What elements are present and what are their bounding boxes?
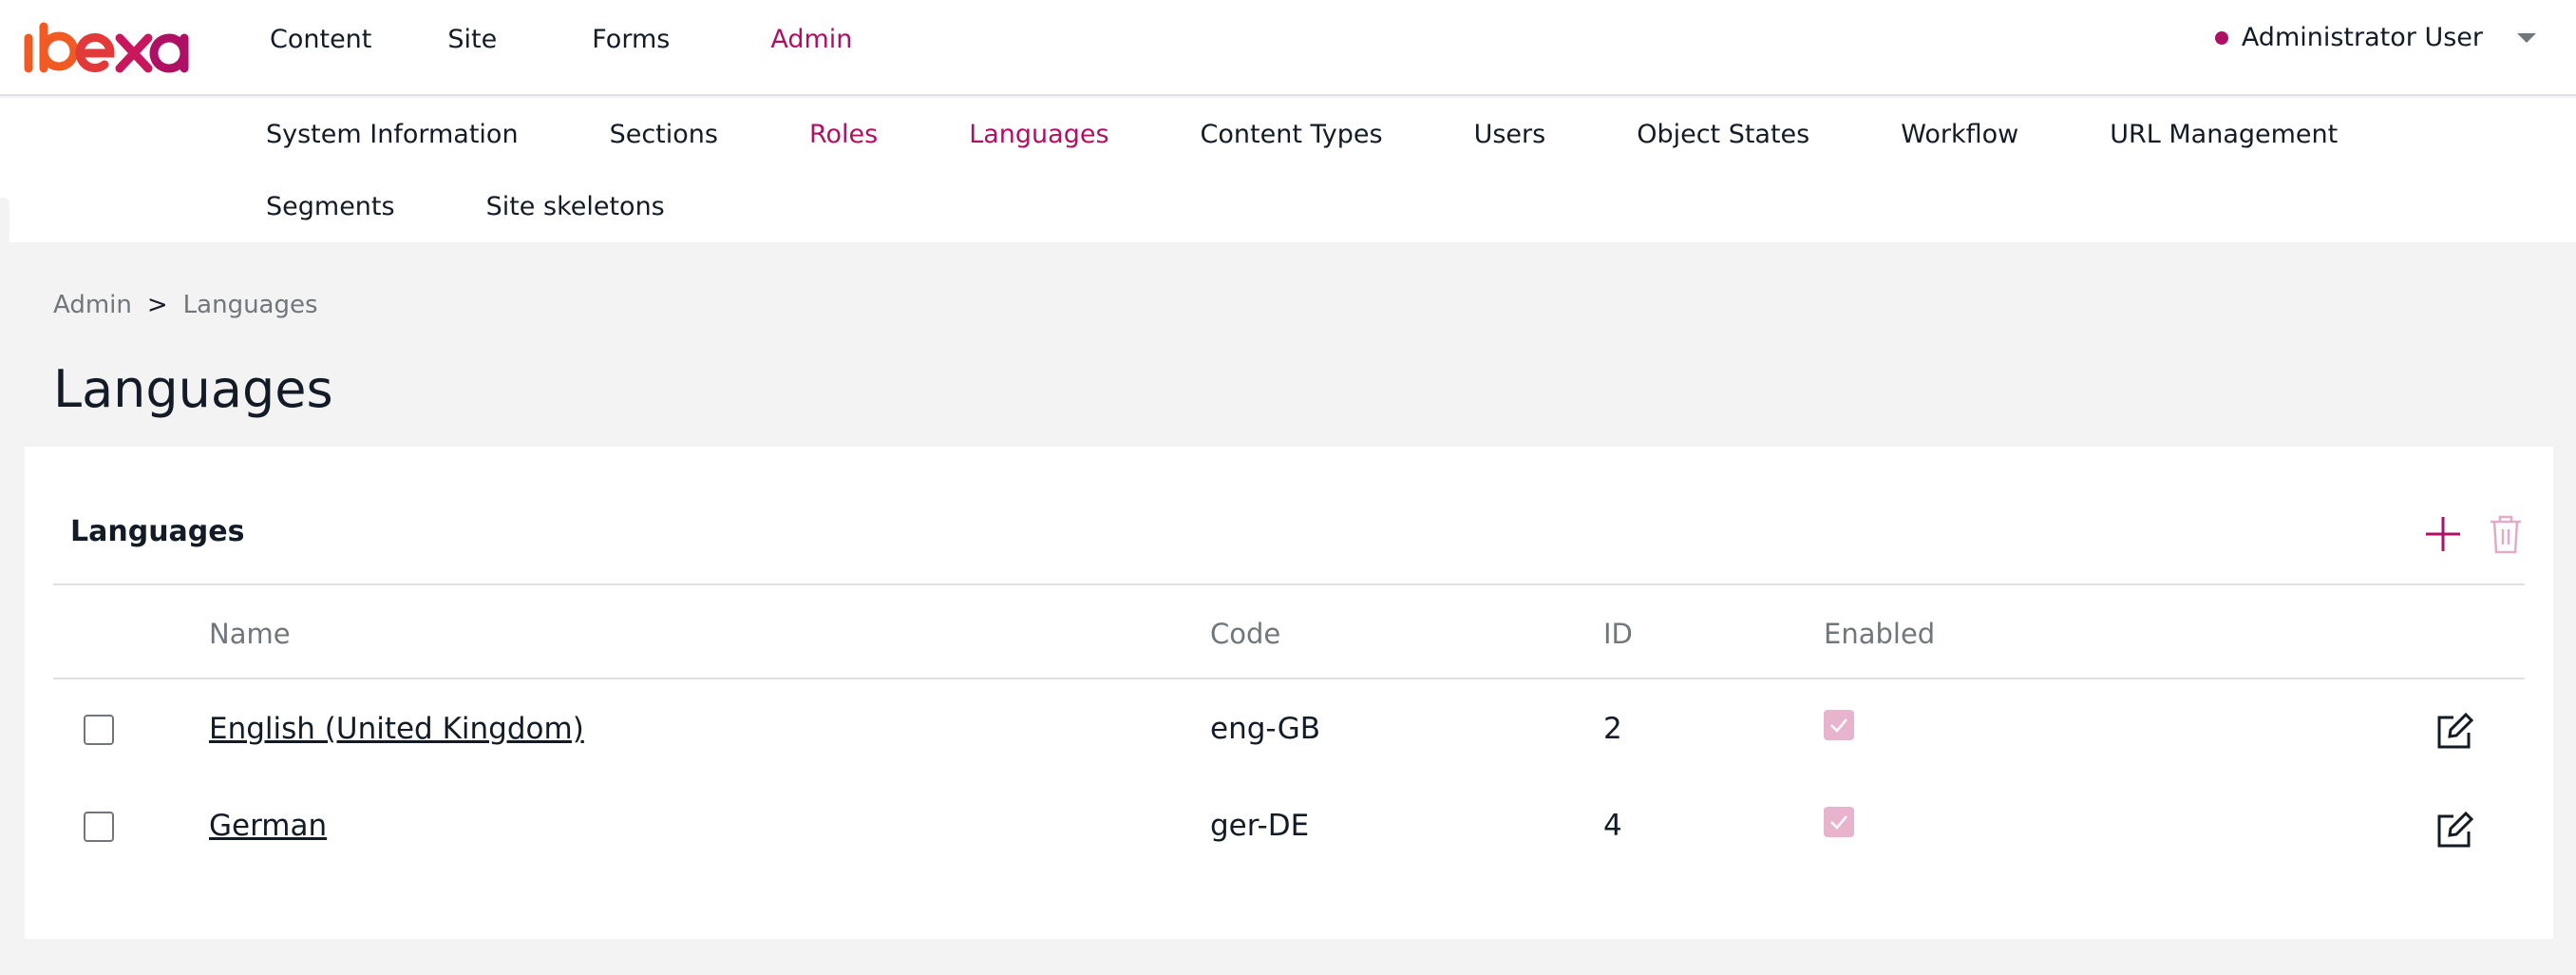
breadcrumb-admin[interactable]: Admin (53, 291, 132, 319)
main-nav-forms[interactable]: Forms (592, 25, 670, 54)
main-nav-site[interactable]: Site (447, 25, 497, 54)
checkmark-icon (1830, 718, 1847, 733)
enabled-checkbox (1824, 807, 1854, 837)
page-title: Languages (53, 359, 333, 419)
sub-nav-workflow[interactable]: Workflow (1901, 120, 2018, 149)
sub-nav-object-states[interactable]: Object States (1637, 120, 1809, 149)
plus-icon (2426, 517, 2460, 551)
edit-language-button[interactable] (2432, 709, 2477, 755)
breadcrumb-current: Languages (182, 291, 318, 319)
language-code-cell: ger-DE (1210, 809, 1310, 843)
card-title: Languages (70, 515, 245, 548)
language-name-cell: English (United Kingdom) (209, 712, 584, 746)
column-header-code[interactable]: Code (1210, 618, 1280, 650)
column-header-divider (53, 678, 2525, 679)
edit-icon (2437, 811, 2474, 848)
sub-nav-row: System Information Sections Roles Langua… (266, 120, 2338, 149)
sidebar-toggle-handle[interactable] (0, 198, 9, 249)
language-name-cell: German (209, 809, 327, 843)
breadcrumb: Admin > Languages (53, 291, 318, 319)
language-id-cell: 4 (1603, 809, 1622, 843)
main-nav: Content Site Forms Admin (270, 25, 928, 54)
row-select-checkbox[interactable] (84, 715, 114, 745)
language-name-link[interactable]: English (United Kingdom) (209, 712, 584, 746)
main-nav-content[interactable]: Content (270, 25, 371, 54)
table-actions (2420, 511, 2529, 557)
sub-nav-segments[interactable]: Segments (266, 192, 395, 221)
row-select-checkbox[interactable] (84, 812, 114, 842)
sub-nav-url-management[interactable]: URL Management (2110, 120, 2338, 149)
header-divider (53, 583, 2525, 585)
sub-nav-system-information[interactable]: System Information (266, 120, 519, 149)
sub-nav-row: Segments Site skeletons (266, 192, 665, 221)
language-id-cell: 2 (1603, 712, 1622, 746)
sub-nav-languages[interactable]: Languages (969, 120, 1108, 149)
checkmark-icon (1830, 815, 1847, 830)
delete-language-button[interactable] (2483, 511, 2529, 557)
edit-language-button[interactable] (2432, 808, 2477, 853)
sub-nav-content-types[interactable]: Content Types (1201, 120, 1383, 149)
column-header-id[interactable]: ID (1603, 618, 1633, 650)
add-language-button[interactable] (2420, 511, 2466, 557)
column-header-name[interactable]: Name (209, 618, 291, 650)
language-code-cell: eng-GB (1210, 712, 1321, 746)
admin-sub-nav: System Information Sections Roles Langua… (0, 98, 2576, 242)
languages-table-card: Languages Name Code ID Enabled English (… (25, 447, 2553, 939)
sub-nav-sections[interactable]: Sections (610, 120, 718, 149)
column-header-enabled[interactable]: Enabled (1824, 618, 1935, 650)
language-name-link[interactable]: German (209, 809, 327, 843)
breadcrumb-separator: > (146, 291, 168, 319)
user-status-dot (2214, 30, 2228, 45)
ibexa-logo[interactable]: ibexa (21, 19, 196, 78)
trash-icon (2491, 515, 2521, 554)
user-name: Administrator User (2241, 23, 2483, 52)
user-menu[interactable]: Administrator User (2214, 23, 2536, 52)
chevron-down-icon (2517, 32, 2536, 43)
sub-nav-roles[interactable]: Roles (809, 120, 878, 149)
enabled-checkbox (1824, 710, 1854, 740)
main-nav-admin[interactable]: Admin (770, 25, 852, 54)
edit-icon (2437, 712, 2474, 749)
sub-nav-site-skeletons[interactable]: Site skeletons (486, 192, 665, 221)
top-bar: ibexa Content Site Forms Admin Administr… (0, 0, 2576, 96)
sub-nav-users[interactable]: Users (1474, 120, 1546, 149)
